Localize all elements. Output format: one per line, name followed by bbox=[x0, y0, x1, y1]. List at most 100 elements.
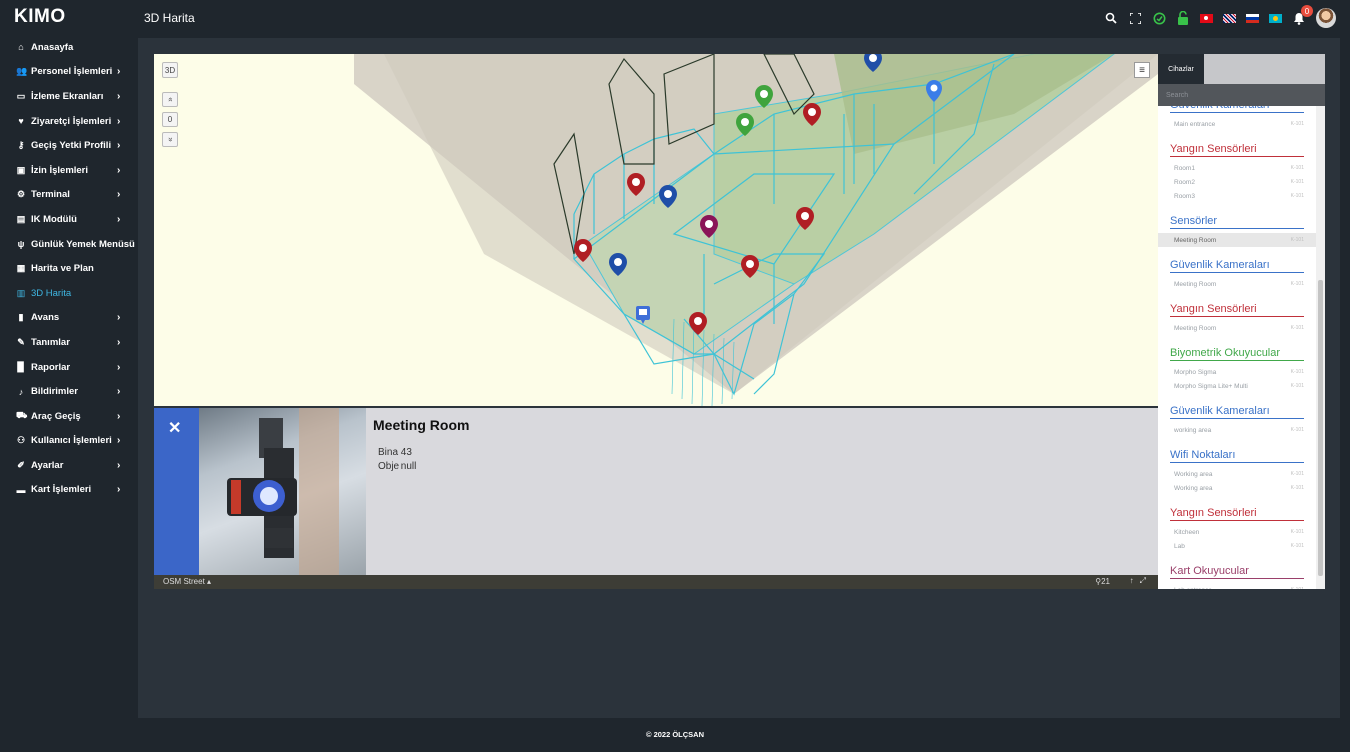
device-list-item[interactable]: Meeting Room K-101 bbox=[1158, 321, 1316, 335]
marker-fire-3[interactable] bbox=[796, 207, 814, 230]
marker-fire-4[interactable] bbox=[574, 239, 592, 262]
flag-tr-icon[interactable] bbox=[1200, 13, 1213, 23]
sidebar-item[interactable]: ▤ IK Modülü › bbox=[0, 207, 138, 232]
sidebar-item[interactable]: ψ Günlük Yemek Menüsü bbox=[0, 232, 138, 257]
device-list-item[interactable]: Lab K-101 bbox=[1158, 539, 1316, 553]
device-group-header[interactable]: Yangın Sensörleri bbox=[1170, 143, 1304, 157]
sidebar-item[interactable]: ▣ İzin İşlemleri › bbox=[0, 158, 138, 183]
bell-icon[interactable]: 0 bbox=[1292, 5, 1313, 25]
sidebar-item-label: Araç Geçiş bbox=[31, 410, 81, 422]
device-name: Working area bbox=[1174, 484, 1213, 492]
sidebar-item[interactable]: ▬ Kart İşlemleri › bbox=[0, 478, 138, 503]
device-list-scrollbar[interactable] bbox=[1316, 106, 1325, 589]
device-code: K-101 bbox=[1290, 325, 1304, 331]
device-group-header[interactable]: Güvenlik Kameraları bbox=[1170, 405, 1304, 419]
device-group-header[interactable]: Wifi Noktaları bbox=[1170, 449, 1304, 463]
sidebar-item[interactable]: ♥ Ziyaretçi İşlemleri › bbox=[0, 109, 138, 134]
device-list-item[interactable]: Working area K-101 bbox=[1158, 467, 1316, 481]
tab-cihazlar[interactable]: Cihazlar bbox=[1158, 54, 1204, 84]
device-name: Room2 bbox=[1174, 178, 1195, 186]
avatar[interactable] bbox=[1316, 8, 1336, 28]
marker-camera-3[interactable] bbox=[609, 253, 627, 276]
sidebar-item[interactable]: 👥 Personel İşlemleri › bbox=[0, 60, 138, 85]
sidebar-item[interactable]: ⚙ Terminal › bbox=[0, 183, 138, 208]
visitor-icon: ♥ bbox=[18, 116, 24, 127]
device-list-item[interactable]: Kitcheen K-101 bbox=[1158, 525, 1316, 539]
sidebar-item-label: Kart İşlemleri bbox=[31, 484, 92, 496]
marker-fire-2[interactable] bbox=[627, 173, 645, 196]
sidebar-item-label: Avans bbox=[31, 312, 60, 324]
device-list-item[interactable]: Room3 K-101 bbox=[1158, 189, 1316, 203]
device-code: K-101 bbox=[1291, 587, 1304, 589]
sidebar-item[interactable]: ▮ Avans › bbox=[0, 306, 138, 331]
sidebar-item[interactable]: ▭ İzleme Ekranları › bbox=[0, 84, 138, 109]
device-list-item[interactable]: Lab entrance K-101 bbox=[1158, 583, 1316, 590]
info-row-bina: Bina 43 bbox=[378, 447, 412, 458]
close-icon[interactable]: ✕ bbox=[168, 418, 181, 438]
sidebar-item[interactable]: ⚇ Kullanıcı İşlemleri › bbox=[0, 429, 138, 454]
unlock-icon[interactable] bbox=[1176, 11, 1190, 25]
marker-location[interactable] bbox=[926, 80, 942, 102]
sidebar-item[interactable]: ⚷ Geçiş Yetki Profili › bbox=[0, 133, 138, 158]
fullscreen-icon[interactable] bbox=[1128, 11, 1142, 25]
sidebar-item[interactable]: ▥ 3D Harita bbox=[0, 281, 138, 306]
device-code: K-101 bbox=[1290, 193, 1304, 199]
sidebar-item[interactable]: ✐ Ayarlar › bbox=[0, 453, 138, 478]
layers-menu-icon[interactable]: ≡ bbox=[1134, 62, 1150, 78]
device-group-header[interactable]: Güvenlik Kameraları bbox=[1170, 106, 1304, 113]
device-list-item[interactable]: Meeting Room K-101 bbox=[1158, 233, 1316, 247]
marker-camera-2[interactable] bbox=[659, 185, 677, 208]
brand-logo[interactable]: KIMO bbox=[14, 6, 66, 28]
sidebar-item[interactable]: ▦ Harita ve Plan bbox=[0, 256, 138, 281]
flag-kz-icon[interactable] bbox=[1269, 13, 1282, 23]
sidebar-item[interactable]: ♪ Bildirimler › bbox=[0, 379, 138, 404]
marker-card-reader[interactable] bbox=[636, 306, 650, 324]
sidebar-item[interactable]: ✎ Tanımlar › bbox=[0, 330, 138, 355]
marker-camera-1[interactable] bbox=[864, 54, 882, 72]
device-list-item[interactable]: Main entrance K-101 bbox=[1158, 117, 1316, 131]
marker-fire-5[interactable] bbox=[741, 255, 759, 278]
marker-wifi[interactable] bbox=[700, 215, 718, 238]
device-group-header[interactable]: Yangın Sensörleri bbox=[1170, 507, 1304, 521]
device-code: K-101 bbox=[1290, 165, 1304, 171]
sidebar-item[interactable]: ⌂ Anasayfa bbox=[0, 35, 138, 60]
tilt-down-button[interactable]: « bbox=[162, 132, 178, 147]
device-group-header[interactable]: Güvenlik Kameraları bbox=[1170, 259, 1304, 273]
close-panel-button[interactable]: ✕ bbox=[154, 408, 199, 576]
expand-icon[interactable]: ⤢ bbox=[1140, 576, 1152, 585]
marker-fire-1[interactable] bbox=[803, 103, 821, 126]
device-list-item[interactable]: Meeting Room K-101 bbox=[1158, 277, 1316, 291]
device-group-header[interactable]: Yangın Sensörleri bbox=[1170, 303, 1304, 317]
sidebar-item-label: Günlük Yemek Menüsü bbox=[31, 238, 135, 250]
tilt-up-button[interactable]: » bbox=[162, 92, 178, 107]
search-icon[interactable] bbox=[1104, 11, 1118, 25]
device-group-header[interactable]: Sensörler bbox=[1170, 215, 1304, 229]
scrollbar-thumb[interactable] bbox=[1318, 280, 1323, 576]
device-group-header[interactable]: Kart Okuyucular bbox=[1170, 565, 1304, 579]
device-list-item[interactable]: Room2 K-101 bbox=[1158, 175, 1316, 189]
flag-gb-icon[interactable] bbox=[1223, 13, 1236, 23]
marker-biometric-1[interactable] bbox=[755, 85, 773, 108]
device-code: K-101 bbox=[1290, 281, 1304, 287]
sidebar-item[interactable]: ⛟ Araç Geçiş › bbox=[0, 404, 138, 429]
map-3d-view[interactable]: 3D » 0 « ≡ bbox=[154, 54, 1158, 406]
north-arrow-icon[interactable]: ↑ bbox=[1130, 576, 1140, 585]
clock-icon[interactable] bbox=[1152, 11, 1166, 25]
chevron-right-icon: › bbox=[117, 164, 121, 176]
device-code: K-101 bbox=[1290, 543, 1304, 549]
sidebar-item[interactable]: ▉ Raporlar › bbox=[0, 355, 138, 380]
device-list-item[interactable]: Room1 K-101 bbox=[1158, 161, 1316, 175]
toggle-3d-button[interactable]: 3D bbox=[162, 62, 178, 78]
marker-fire-6[interactable] bbox=[689, 312, 707, 335]
flag-ru-icon[interactable] bbox=[1246, 13, 1259, 23]
sidebar-item-label: İzleme Ekranları bbox=[31, 90, 104, 102]
chevron-right-icon: › bbox=[117, 336, 121, 348]
device-list-item[interactable]: Morpho Sigma K-101 bbox=[1158, 365, 1316, 379]
device-group-header[interactable]: Biyometrik Okuyucular bbox=[1170, 347, 1304, 361]
device-search-input[interactable]: Search bbox=[1158, 84, 1325, 106]
device-list-item[interactable]: working area K-101 bbox=[1158, 423, 1316, 437]
marker-biometric-2[interactable] bbox=[736, 113, 754, 136]
device-list-item[interactable]: Working area K-101 bbox=[1158, 481, 1316, 495]
base-layer-selector[interactable]: OSM Street ▴ bbox=[163, 577, 211, 586]
device-list-item[interactable]: Morpho Sigma Lite+ Multi K-101 bbox=[1158, 379, 1316, 393]
